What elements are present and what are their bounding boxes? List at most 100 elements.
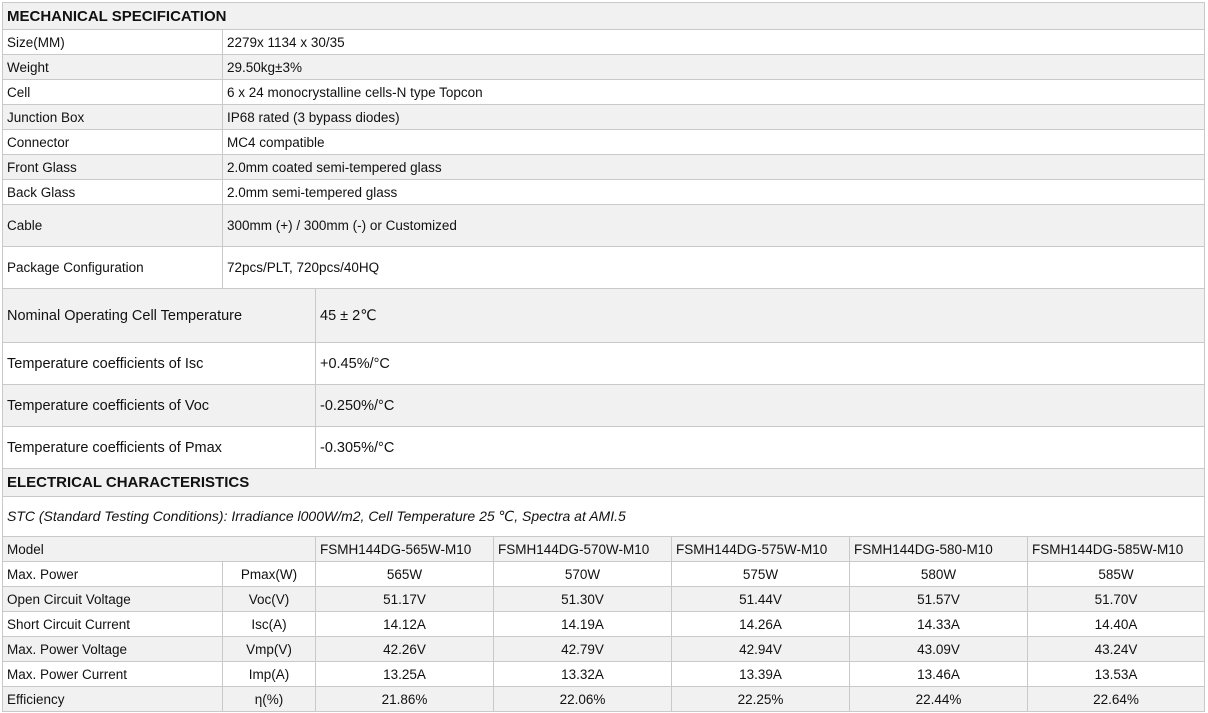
param-unit: Vmp(V) (223, 637, 316, 662)
temperature-value: +0.45%/°C (316, 343, 1205, 385)
temperature-row-isc: Temperature coefficients of Isc +0.45%/°… (2, 343, 1205, 385)
spec-label: Connector (2, 130, 223, 155)
param-value: 13.39A (672, 662, 850, 687)
spec-label: Cell (2, 80, 223, 105)
mechanical-title: MECHANICAL SPECIFICATION (2, 2, 1205, 30)
param-value: 51.70V (1028, 587, 1205, 612)
model-header-row: Model FSMH144DG-565W-M10 FSMH144DG-570W-… (2, 537, 1205, 562)
spec-label: Front Glass (2, 155, 223, 180)
param-value: 42.26V (316, 637, 494, 662)
param-label: Max. Power (2, 562, 223, 587)
temperature-row-voc: Temperature coefficients of Voc -0.250%/… (2, 385, 1205, 427)
param-value: 22.64% (1028, 687, 1205, 712)
param-value: 570W (494, 562, 672, 587)
param-unit: Pmax(W) (223, 562, 316, 587)
param-value: 42.79V (494, 637, 672, 662)
model-name: FSMH144DG-570W-M10 (494, 537, 672, 562)
param-value: 13.25A (316, 662, 494, 687)
param-value: 14.26A (672, 612, 850, 637)
param-value: 13.32A (494, 662, 672, 687)
stc-conditions: STC (Standard Testing Conditions): Irrad… (2, 497, 1205, 537)
param-unit: Isc(A) (223, 612, 316, 637)
param-label: Max. Power Current (2, 662, 223, 687)
param-value: 22.25% (672, 687, 850, 712)
param-label: Max. Power Voltage (2, 637, 223, 662)
param-value: 43.24V (1028, 637, 1205, 662)
spec-value: 2279x 1134 x 30/35 (223, 30, 1205, 55)
mechanical-header-row: MECHANICAL SPECIFICATION (2, 2, 1205, 30)
spec-label: Junction Box (2, 105, 223, 130)
param-value: 13.46A (850, 662, 1028, 687)
spec-label: Size(MM) (2, 30, 223, 55)
param-value: 51.57V (850, 587, 1028, 612)
mechanical-row-junction-box: Junction Box IP68 rated (3 bypass diodes… (2, 105, 1205, 130)
mechanical-row-cell: Cell 6 x 24 monocrystalline cells-N type… (2, 80, 1205, 105)
param-value: 575W (672, 562, 850, 587)
electrical-header-row: ELECTRICAL CHARACTERISTICS (2, 469, 1205, 497)
param-value: 14.40A (1028, 612, 1205, 637)
param-unit: η(%) (223, 687, 316, 712)
mechanical-row-cable: Cable 300mm (+) / 300mm (-) or Customize… (2, 205, 1205, 247)
param-value: 565W (316, 562, 494, 587)
param-value: 14.33A (850, 612, 1028, 637)
electrical-row-isc: Short Circuit Current Isc(A) 14.12A 14.1… (2, 612, 1205, 637)
param-value: 22.06% (494, 687, 672, 712)
model-name: FSMH144DG-580-M10 (850, 537, 1028, 562)
mechanical-row-weight: Weight 29.50kg±3% (2, 55, 1205, 80)
electrical-row-vmp: Max. Power Voltage Vmp(V) 42.26V 42.79V … (2, 637, 1205, 662)
param-label: Open Circuit Voltage (2, 587, 223, 612)
spec-label: Weight (2, 55, 223, 80)
mechanical-row-connector: Connector MC4 compatible (2, 130, 1205, 155)
temperature-label: Temperature coefficients of Pmax (2, 427, 316, 469)
model-label: Model (2, 537, 316, 562)
temperature-label: Temperature coefficients of Voc (2, 385, 316, 427)
param-value: 43.09V (850, 637, 1028, 662)
param-label: Efficiency (2, 687, 223, 712)
spec-value: 2.0mm coated semi-tempered glass (223, 155, 1205, 180)
param-label: Short Circuit Current (2, 612, 223, 637)
temperature-row-pmax: Temperature coefficients of Pmax -0.305%… (2, 427, 1205, 469)
param-value: 51.44V (672, 587, 850, 612)
param-value: 585W (1028, 562, 1205, 587)
param-value: 14.19A (494, 612, 672, 637)
spec-value: 6 x 24 monocrystalline cells-N type Topc… (223, 80, 1205, 105)
param-unit: Imp(A) (223, 662, 316, 687)
temperature-label: Nominal Operating Cell Temperature (2, 289, 316, 343)
param-value: 13.53A (1028, 662, 1205, 687)
model-name: FSMH144DG-565W-M10 (316, 537, 494, 562)
electrical-row-max-power: Max. Power Pmax(W) 565W 570W 575W 580W 5… (2, 562, 1205, 587)
temperature-value: -0.305%/°C (316, 427, 1205, 469)
mechanical-row-size: Size(MM) 2279x 1134 x 30/35 (2, 30, 1205, 55)
spec-value: 300mm (+) / 300mm (-) or Customized (223, 205, 1205, 247)
param-value: 21.86% (316, 687, 494, 712)
param-value: 22.44% (850, 687, 1028, 712)
electrical-row-imp: Max. Power Current Imp(A) 13.25A 13.32A … (2, 662, 1205, 687)
spec-label: Back Glass (2, 180, 223, 205)
model-name: FSMH144DG-575W-M10 (672, 537, 850, 562)
temperature-value: 45 ± 2℃ (316, 289, 1205, 343)
electrical-row-voc: Open Circuit Voltage Voc(V) 51.17V 51.30… (2, 587, 1205, 612)
spec-value: 29.50kg±3% (223, 55, 1205, 80)
temperature-row-noct: Nominal Operating Cell Temperature 45 ± … (2, 289, 1205, 343)
stc-row: STC (Standard Testing Conditions): Irrad… (2, 497, 1205, 537)
electrical-row-efficiency: Efficiency η(%) 21.86% 22.06% 22.25% 22.… (2, 687, 1205, 712)
electrical-title: ELECTRICAL CHARACTERISTICS (2, 469, 1205, 497)
param-value: 51.30V (494, 587, 672, 612)
mechanical-row-package: Package Configuration 72pcs/PLT, 720pcs/… (2, 247, 1205, 289)
spec-value: 2.0mm semi-tempered glass (223, 180, 1205, 205)
param-value: 14.12A (316, 612, 494, 637)
spec-label: Cable (2, 205, 223, 247)
temperature-value: -0.250%/°C (316, 385, 1205, 427)
param-value: 580W (850, 562, 1028, 587)
param-unit: Voc(V) (223, 587, 316, 612)
model-name: FSMH144DG-585W-M10 (1028, 537, 1205, 562)
spec-value: IP68 rated (3 bypass diodes) (223, 105, 1205, 130)
param-value: 51.17V (316, 587, 494, 612)
spec-label: Package Configuration (2, 247, 223, 289)
mechanical-row-back-glass: Back Glass 2.0mm semi-tempered glass (2, 180, 1205, 205)
mechanical-row-front-glass: Front Glass 2.0mm coated semi-tempered g… (2, 155, 1205, 180)
param-value: 42.94V (672, 637, 850, 662)
spec-value: MC4 compatible (223, 130, 1205, 155)
temperature-label: Temperature coefficients of Isc (2, 343, 316, 385)
spec-value: 72pcs/PLT, 720pcs/40HQ (223, 247, 1205, 289)
